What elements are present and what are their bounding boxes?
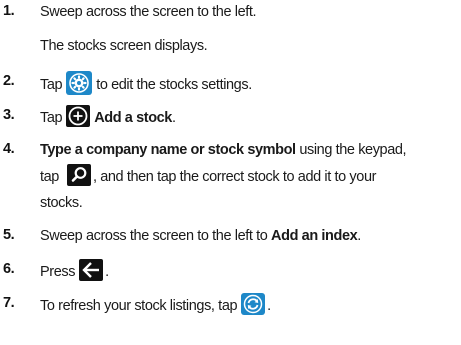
step-number: 2. bbox=[3, 73, 15, 89]
step-2-post: to edit the stocks settings. bbox=[96, 76, 252, 93]
step-number: 5. bbox=[3, 227, 15, 243]
instruction-document: 1. Sweep across the screen to the left. … bbox=[0, 0, 461, 345]
step-1-text: Sweep across the screen to the left. bbox=[40, 4, 257, 20]
step-number: 4. bbox=[3, 141, 15, 157]
step-4-line-3: stocks. bbox=[40, 195, 83, 211]
step-7-post: . bbox=[267, 297, 271, 314]
step-number: 3. bbox=[3, 107, 15, 123]
step-number: 6. bbox=[3, 261, 15, 277]
step-5-post: . bbox=[357, 228, 361, 244]
step-4-line-1: Type a company name or stock symbol usin… bbox=[40, 141, 407, 159]
step-4-tap: tap bbox=[40, 168, 59, 185]
gear-icon bbox=[66, 71, 93, 95]
step-number: 1. bbox=[3, 3, 15, 19]
step-4-line-2: tap , and then tap the correct stock to … bbox=[40, 164, 377, 188]
step-4-post: using the keypad, bbox=[295, 142, 407, 158]
step-2-line: Tap to edit the stocks settings. bbox=[40, 71, 252, 97]
step-5-line: Sweep across the screen to the left to A… bbox=[40, 227, 361, 245]
step-7-pre: To refresh your stock listings, tap bbox=[40, 297, 238, 314]
step-7-line: To refresh your stock listings, tap . bbox=[40, 293, 271, 317]
step-5-action: Add an index bbox=[271, 228, 358, 244]
step-4-action: Type a company name or stock symbol bbox=[40, 142, 296, 158]
step-3-post: . bbox=[171, 109, 176, 126]
step-4-line-2-post: , and then tap the correct stock to add … bbox=[92, 168, 377, 185]
step-1-result: The stocks screen displays. bbox=[40, 38, 208, 54]
step-3-pre: Tap bbox=[40, 109, 63, 126]
step-3-action: Add a stock bbox=[94, 109, 172, 126]
step-2-pre: Tap bbox=[40, 76, 63, 93]
step-number: 7. bbox=[3, 295, 15, 311]
step-3-line: Tap Add a stock. bbox=[40, 105, 176, 129]
refresh-icon bbox=[241, 293, 266, 315]
step-5-pre: Sweep across the screen to the left to bbox=[40, 228, 272, 244]
step-6-line: Press . bbox=[40, 259, 109, 283]
search-icon bbox=[66, 164, 91, 186]
step-6-post: . bbox=[105, 263, 109, 280]
back-arrow-icon bbox=[79, 259, 104, 281]
add-circle-icon bbox=[66, 105, 91, 127]
step-6-pre: Press bbox=[40, 263, 76, 280]
